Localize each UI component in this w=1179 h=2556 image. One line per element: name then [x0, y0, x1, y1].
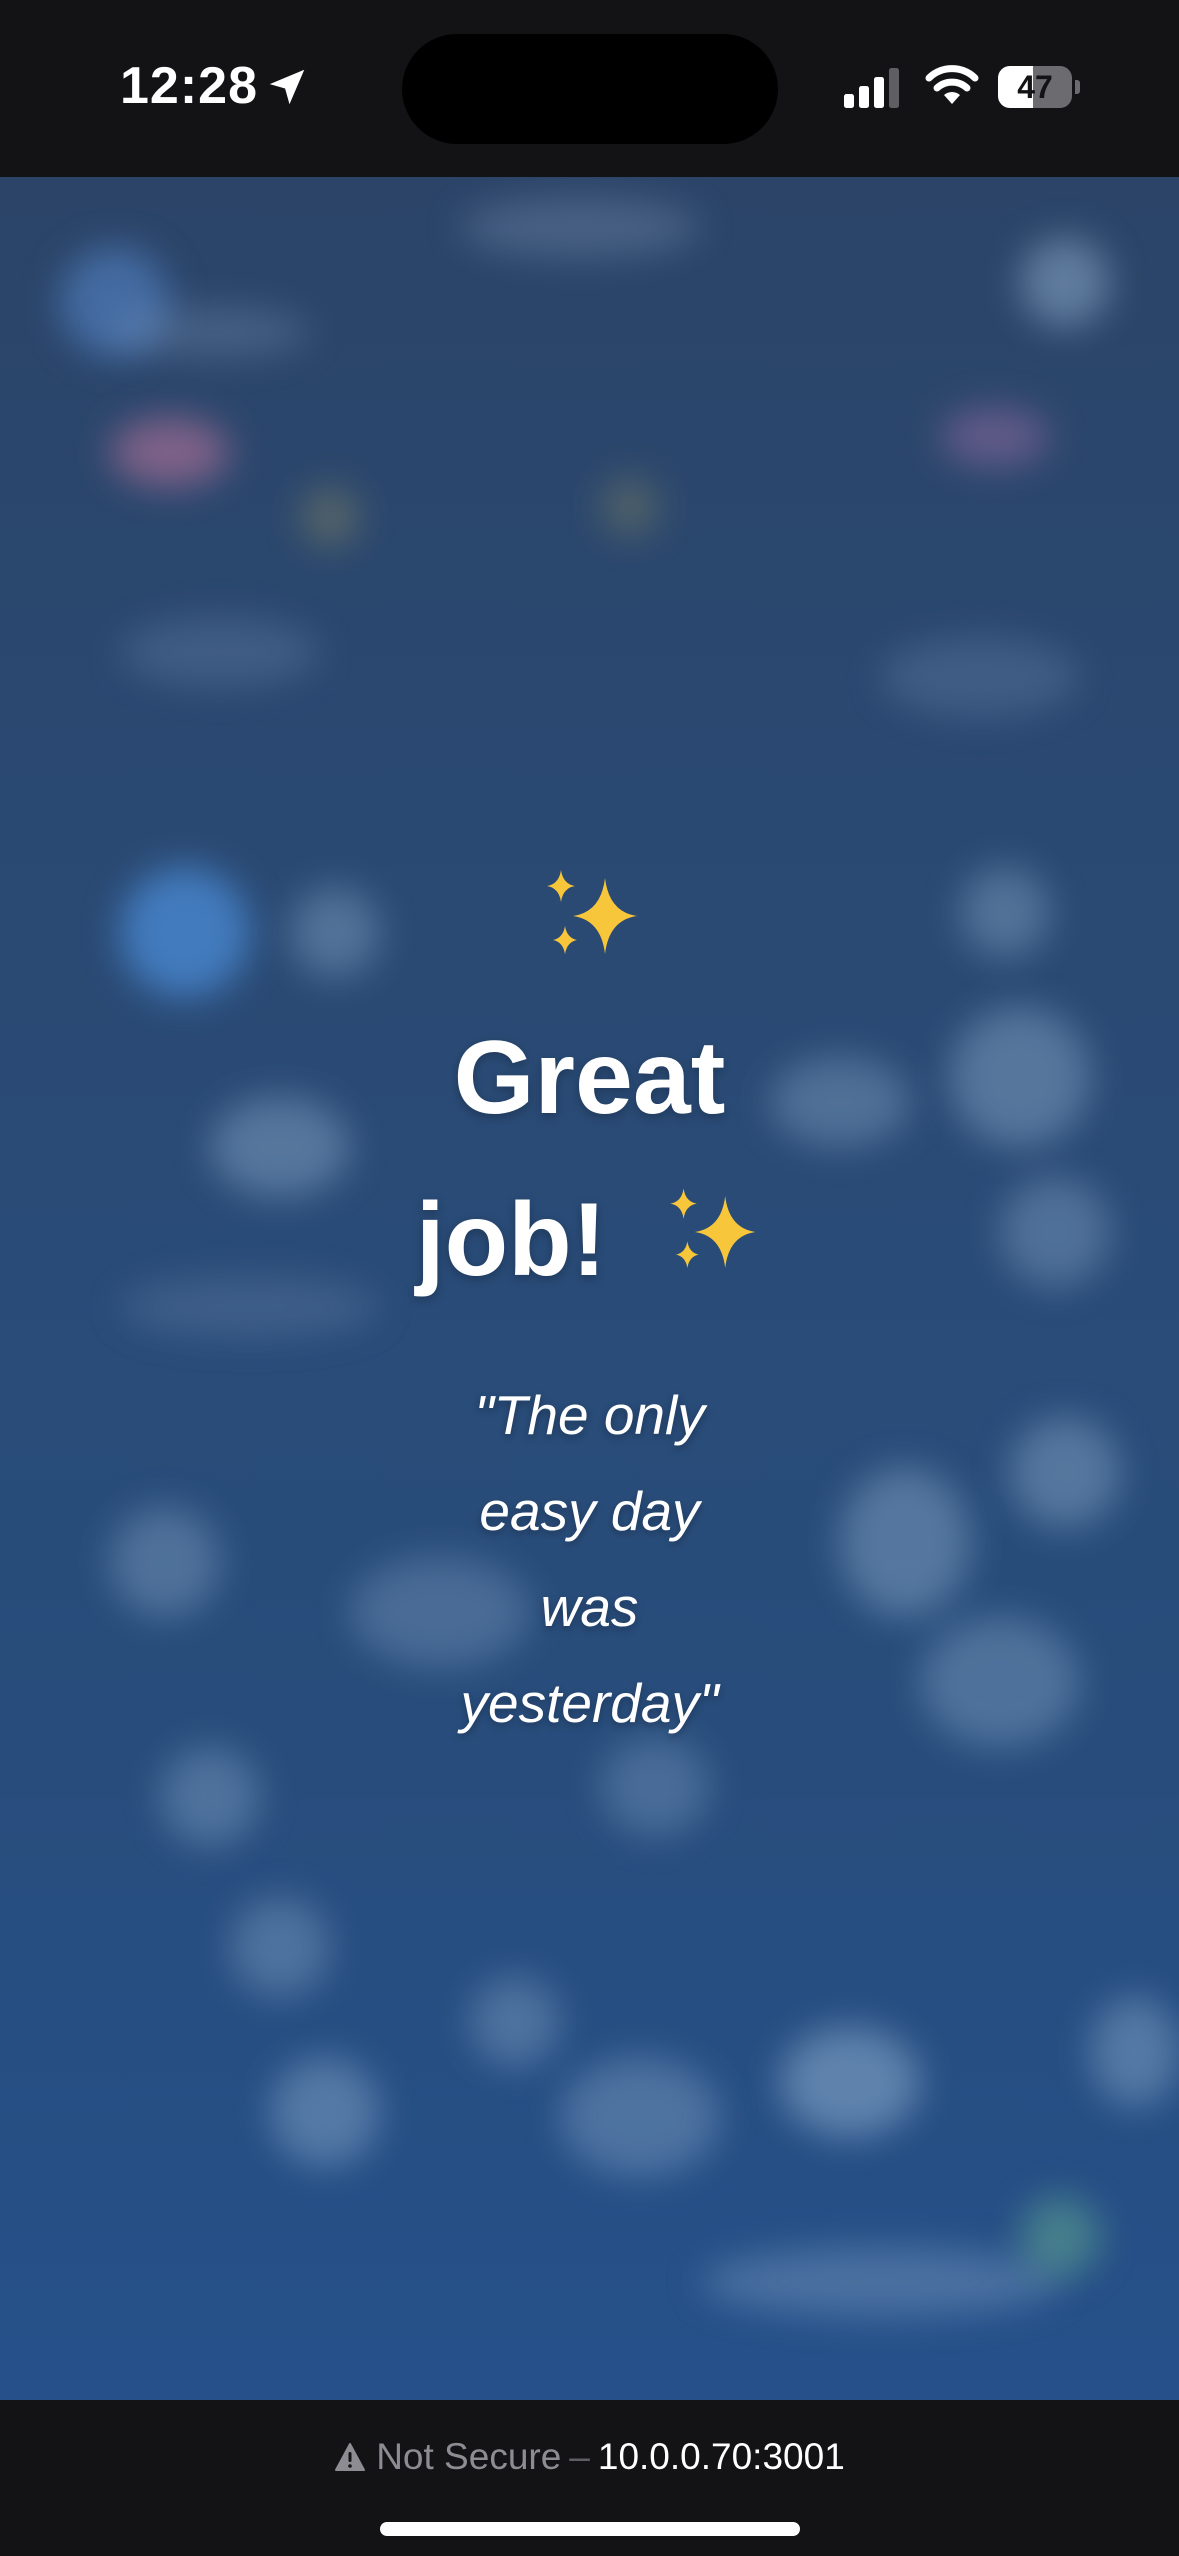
browser-address-bar[interactable]: Not Secure –10.0.0.70:3001: [0, 2400, 1179, 2556]
status-time: 12:28: [120, 57, 258, 115]
quote-line: yesterday": [460, 1672, 719, 1734]
motivational-quote: "The only easy day was yesterday": [0, 1367, 1179, 1751]
quote-line: "The only: [474, 1384, 705, 1446]
battery-indicator: 47: [998, 66, 1080, 108]
quote-line: was: [540, 1576, 639, 1638]
blurred-background: Great job! "The only easy day was yester…: [0, 177, 1179, 2400]
sparkles-icon: [670, 1188, 756, 1268]
url-host: 10.0.0.70:3001: [597, 2436, 845, 2477]
sparkles-icon: [546, 869, 637, 954]
headline-line-1: Great: [453, 1020, 726, 1136]
sparkles-emoji-top: [0, 847, 1179, 970]
url-display[interactable]: Not Secure –10.0.0.70:3001: [0, 2432, 1179, 2482]
warning-icon: [335, 2443, 366, 2471]
location-arrow-icon: [269, 69, 305, 105]
headline: Great job!: [0, 997, 1179, 1321]
not-secure-label: Not Secure: [376, 2436, 562, 2477]
wifi-icon: [925, 65, 979, 104]
cellular-signal-icon: [844, 68, 899, 108]
url-separator: –: [569, 2436, 590, 2477]
screen: 12:28 47 Great job! "The only easy day w…: [0, 0, 1179, 2556]
battery-percent: 47: [1017, 69, 1053, 105]
status-bar: 12:28 47: [0, 0, 1179, 177]
headline-line-2-text: job!: [415, 1182, 607, 1298]
headline-line-2: job!: [0, 1159, 1179, 1321]
home-indicator[interactable]: [380, 2522, 800, 2536]
quote-line: easy day: [479, 1480, 700, 1542]
dynamic-island: [402, 34, 778, 144]
